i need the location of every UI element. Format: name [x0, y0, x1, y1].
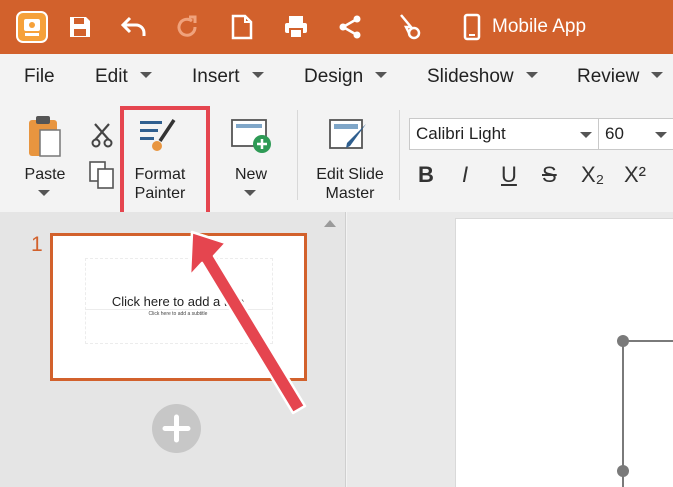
app-window: Mobile App File Edit Insert Design Slide…: [0, 0, 673, 487]
annotation-arrow: [188, 230, 307, 415]
